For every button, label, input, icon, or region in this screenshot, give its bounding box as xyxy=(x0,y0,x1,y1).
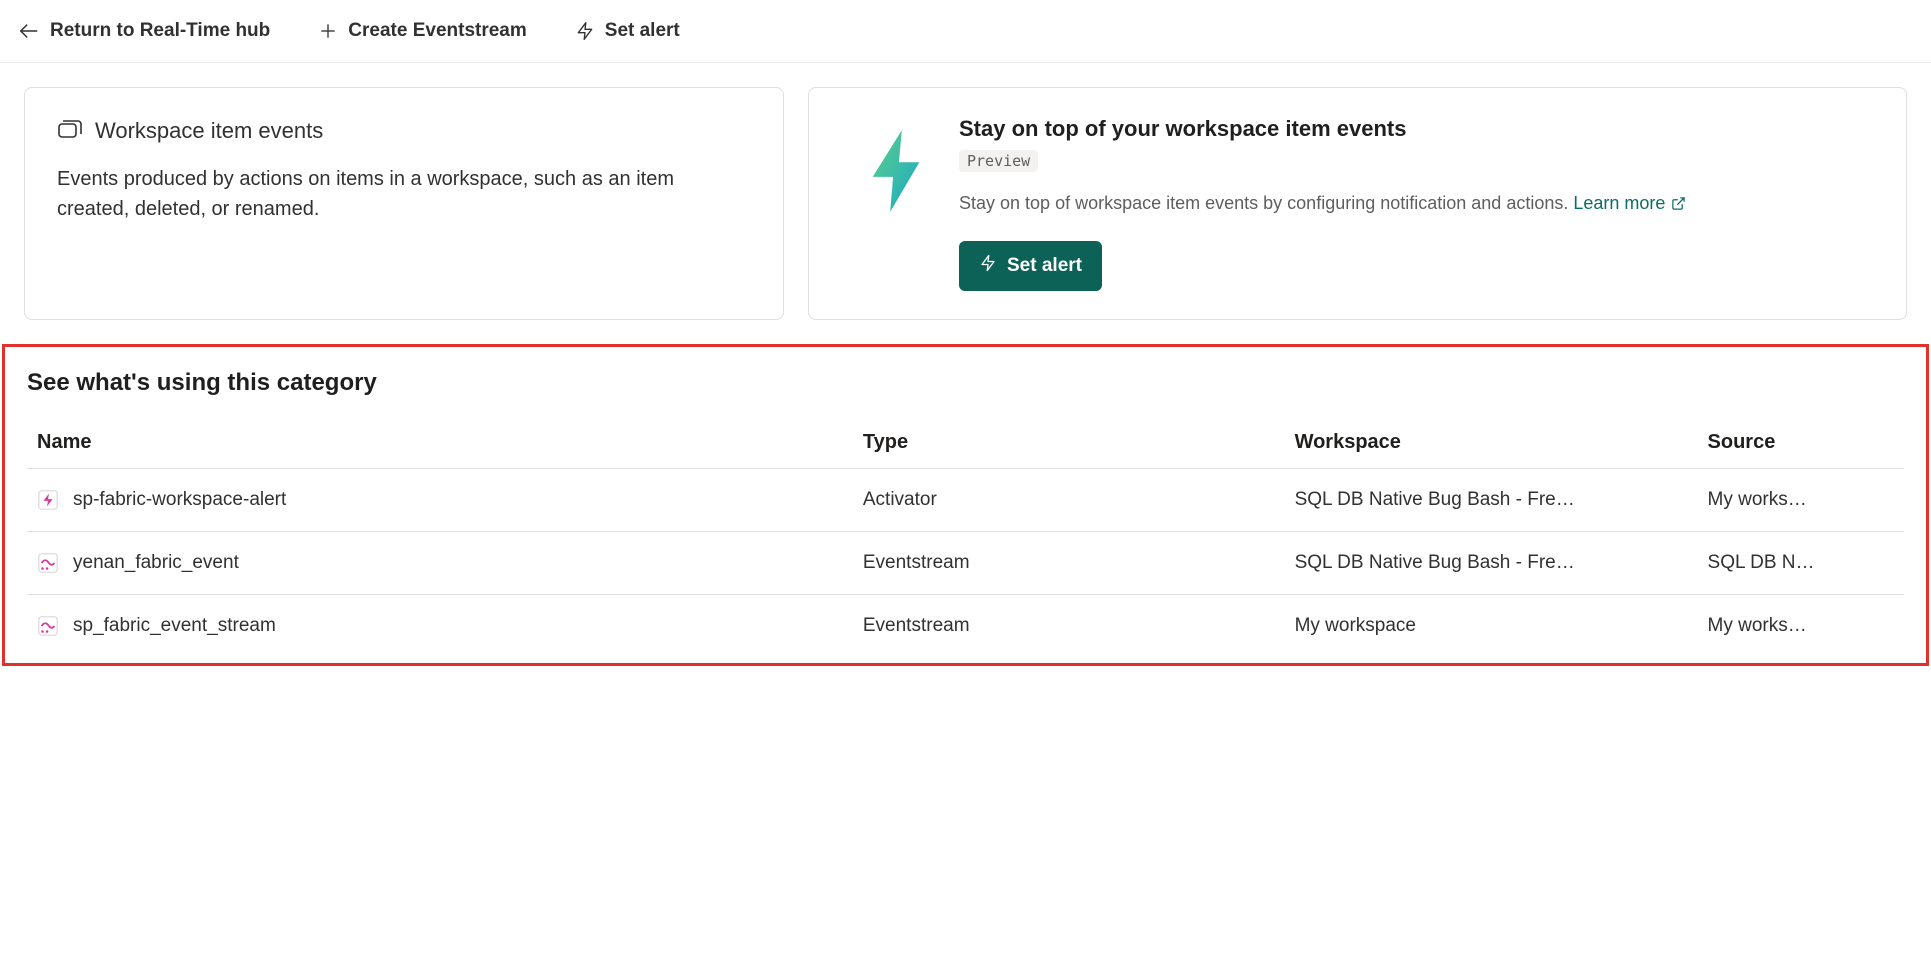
learn-more-link[interactable]: Learn more xyxy=(1573,190,1686,217)
table-header-row: Name Type Workspace Source xyxy=(27,417,1904,469)
cell-source: SQL DB N… xyxy=(1698,532,1904,595)
row-name-text: sp-fabric-workspace-alert xyxy=(73,489,286,511)
create-eventstream-label: Create Eventstream xyxy=(348,20,526,42)
card-title-text: Workspace item events xyxy=(95,118,323,144)
card-title: Workspace item events xyxy=(57,116,751,146)
cell-type: Eventstream xyxy=(853,532,1285,595)
cell-name: sp_fabric_event_stream xyxy=(27,595,853,658)
stay-on-top-desc: Stay on top of workspace item events by … xyxy=(959,190,1874,217)
content-cards: Workspace item events Events produced by… xyxy=(0,63,1931,344)
create-eventstream-button[interactable]: Create Eventstream xyxy=(310,16,534,46)
cell-source: My works… xyxy=(1698,469,1904,532)
col-workspace-header[interactable]: Workspace xyxy=(1285,417,1698,469)
set-alert-button[interactable]: Set alert xyxy=(959,241,1102,291)
plus-icon xyxy=(318,21,338,41)
toolbar: Return to Real-Time hub Create Eventstre… xyxy=(0,0,1931,63)
cell-source: My works… xyxy=(1698,595,1904,658)
cell-workspace: My workspace xyxy=(1285,595,1698,658)
eventstream-icon xyxy=(37,552,59,574)
cell-name: yenan_fabric_event xyxy=(27,532,853,595)
learn-more-text: Learn more xyxy=(1573,190,1665,217)
set-alert-button-label: Set alert xyxy=(1007,255,1082,277)
table-row[interactable]: sp-fabric-workspace-alert ActivatorSQL DB… xyxy=(27,469,1904,532)
arrow-left-icon xyxy=(18,20,40,42)
card-description: Events produced by actions on items in a… xyxy=(57,164,751,224)
cell-type: Activator xyxy=(853,469,1285,532)
usage-section: See what's using this category Name Type… xyxy=(2,344,1929,666)
set-alert-toolbar-button[interactable]: Set alert xyxy=(567,16,688,46)
cell-name: sp-fabric-workspace-alert xyxy=(27,469,853,532)
usage-table: Name Type Workspace Source sp-fabric-wor… xyxy=(27,417,1904,657)
preview-badge: Preview xyxy=(959,150,1038,172)
cell-workspace: SQL DB Native Bug Bash - Fre… xyxy=(1285,469,1698,532)
usage-title: See what's using this category xyxy=(27,369,1904,397)
row-name-text: sp_fabric_event_stream xyxy=(73,615,276,637)
table-row[interactable]: yenan_fabric_event EventstreamSQL DB Nati… xyxy=(27,532,1904,595)
workspace-events-card: Workspace item events Events produced by… xyxy=(24,87,784,320)
col-source-header[interactable]: Source xyxy=(1698,417,1904,469)
stay-on-top-desc-text: Stay on top of workspace item events by … xyxy=(959,193,1573,213)
stay-on-top-card: Stay on top of your workspace item event… xyxy=(808,87,1907,320)
eventstream-icon xyxy=(37,615,59,637)
set-alert-toolbar-label: Set alert xyxy=(605,20,680,42)
return-label: Return to Real-Time hub xyxy=(50,20,270,42)
cell-workspace: SQL DB Native Bug Bash - Fre… xyxy=(1285,532,1698,595)
activator-icon xyxy=(37,489,59,511)
cell-type: Eventstream xyxy=(853,595,1285,658)
external-link-icon xyxy=(1671,196,1686,211)
bolt-icon xyxy=(575,20,595,42)
stay-on-top-body: Stay on top of your workspace item event… xyxy=(959,116,1874,291)
row-name-text: yenan_fabric_event xyxy=(73,552,239,574)
table-row[interactable]: sp_fabric_event_streamEventstreamMy work… xyxy=(27,595,1904,658)
col-name-header[interactable]: Name xyxy=(27,417,853,469)
return-button[interactable]: Return to Real-Time hub xyxy=(10,16,278,46)
layers-icon xyxy=(57,116,83,146)
col-type-header[interactable]: Type xyxy=(853,417,1285,469)
bolt-graphic-icon xyxy=(861,126,931,221)
stay-on-top-title: Stay on top of your workspace item event… xyxy=(959,116,1874,142)
bolt-icon xyxy=(979,253,997,279)
